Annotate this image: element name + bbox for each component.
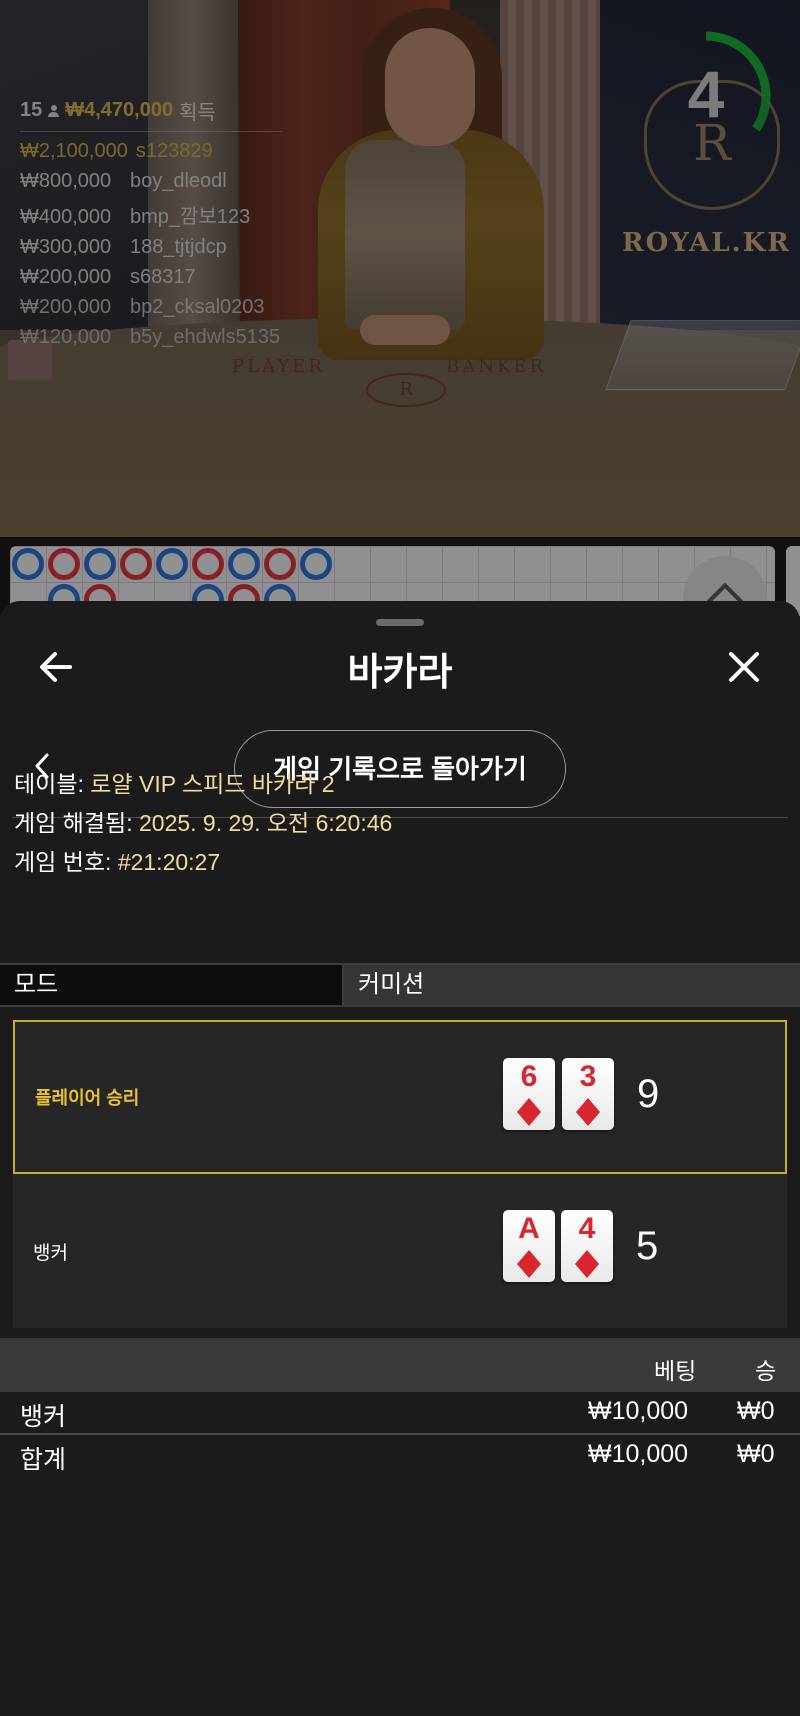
divider <box>0 1433 800 1435</box>
diamond-suit-icon <box>576 1098 600 1126</box>
bet-column-header: 베팅 <box>654 1358 697 1384</box>
playing-card: 3 <box>562 1058 614 1130</box>
info-table-line: 테이블: 로얄 VIP 스피드 바카라 2 <box>14 771 335 797</box>
banker-score: 5 <box>636 1224 659 1268</box>
player-result-panel: 플레이어 승리 6 3 9 <box>13 1020 787 1174</box>
table-row: 합계 ₩10,000 ₩0 <box>20 1440 775 1474</box>
mode-bar: 모드 커미션 <box>0 963 800 1007</box>
resolved-time: 2025. 9. 29. 오전 6:20:46 <box>138 810 393 836</box>
close-icon[interactable] <box>726 649 762 685</box>
bets-table-header: 베팅 승 <box>0 1338 800 1392</box>
diamond-suit-icon <box>517 1250 541 1278</box>
game-details-sheet: 바카라 게임 기록으로 돌아가기 테이블: 로얄 VIP 스피드 바카라 2 게… <box>0 601 800 1716</box>
playing-card: A <box>503 1210 555 1282</box>
banker-result-label: 뱅커 <box>33 1242 68 1264</box>
diamond-suit-icon <box>517 1098 541 1126</box>
app-root: PLAYER BANKER R R ROYAL.KR 4 15 ₩4,470,0… <box>0 0 800 1716</box>
info-resolved-line: 게임 해결됨: 2025. 9. 29. 오전 6:20:46 <box>14 810 393 836</box>
sheet-title: 바카라 <box>347 652 453 694</box>
playing-card: 4 <box>561 1210 613 1282</box>
sheet-drag-handle[interactable] <box>376 619 424 626</box>
win-column-header: 승 <box>755 1358 777 1384</box>
banker-result-panel: 뱅커 A 4 5 <box>13 1174 787 1328</box>
table-name: 로얄 VIP 스피드 바카라 2 <box>90 771 335 797</box>
diamond-suit-icon <box>575 1250 599 1278</box>
mode-label: 모드 <box>0 965 344 1005</box>
game-number: #21:20:27 <box>117 849 221 875</box>
info-game-number-line: 게임 번호: #21:20:27 <box>14 849 221 875</box>
player-result-label: 플레이어 승리 <box>35 1088 140 1108</box>
mode-value: 커미션 <box>344 965 800 1005</box>
table-row: 뱅커 ₩10,000 ₩0 <box>20 1397 775 1431</box>
player-score: 9 <box>637 1072 660 1116</box>
playing-card: 6 <box>503 1058 555 1130</box>
